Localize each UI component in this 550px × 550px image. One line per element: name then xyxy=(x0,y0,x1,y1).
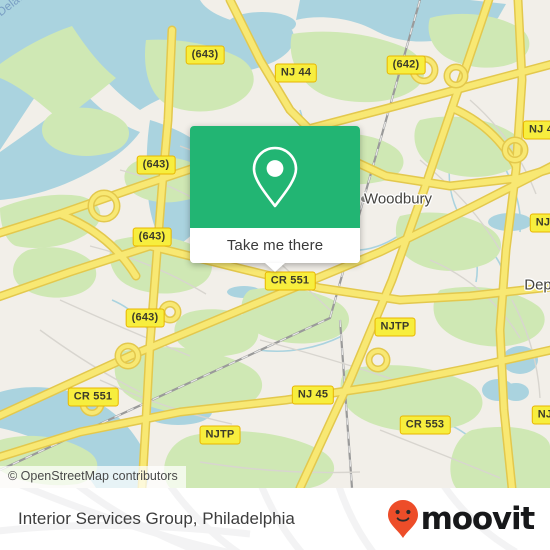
popup-pointer-tail xyxy=(265,263,285,272)
road-shield[interactable]: NJ 44 xyxy=(274,63,318,83)
road-shield[interactable]: CR 551 xyxy=(264,271,316,291)
road-shield[interactable]: (643) xyxy=(125,308,165,328)
road-shield[interactable]: CR 553 xyxy=(399,415,451,435)
road-shield[interactable]: (642) xyxy=(386,55,426,75)
popup-header xyxy=(190,126,360,228)
road-shield[interactable]: NJTP xyxy=(374,317,416,337)
map-canvas[interactable]: Delaware Woodbury Dep (643) NJ 44 (642) … xyxy=(0,0,550,488)
map-pin-icon xyxy=(252,146,298,208)
road-shield[interactable]: (643) xyxy=(185,45,225,65)
road-shield[interactable]: (643) xyxy=(132,227,172,247)
road-shield[interactable]: (643) xyxy=(136,155,176,175)
moovit-smiley-pin-icon xyxy=(387,500,418,538)
road-shield[interactable]: NJ xyxy=(529,213,550,233)
footer-bar: Interior Services Group, Philadelphia mo… xyxy=(0,488,550,550)
moovit-wordmark: moovit xyxy=(420,500,536,537)
location-popup-card[interactable]: Take me there xyxy=(190,126,360,272)
take-me-there-label: Take me there xyxy=(226,237,324,254)
road-shield[interactable]: NJ xyxy=(531,405,550,425)
place-label-woodbury: Woodbury xyxy=(363,190,433,208)
map-screenshot: Delaware Woodbury Dep (643) NJ 44 (642) … xyxy=(0,0,550,550)
road-shield[interactable]: NJ 45 xyxy=(291,385,335,405)
road-shield[interactable]: CR 551 xyxy=(67,387,119,407)
popup-footer[interactable]: Take me there xyxy=(190,228,360,263)
osm-attribution[interactable]: © OpenStreetMap contributors xyxy=(0,466,186,488)
moovit-logo[interactable]: moovit xyxy=(386,499,536,539)
place-label-deptford: Dep xyxy=(524,276,550,294)
road-shield[interactable]: NJTP xyxy=(199,425,241,445)
place-title: Interior Services Group, Philadelphia xyxy=(18,509,295,528)
road-shield[interactable]: NJ 4 xyxy=(522,120,550,140)
